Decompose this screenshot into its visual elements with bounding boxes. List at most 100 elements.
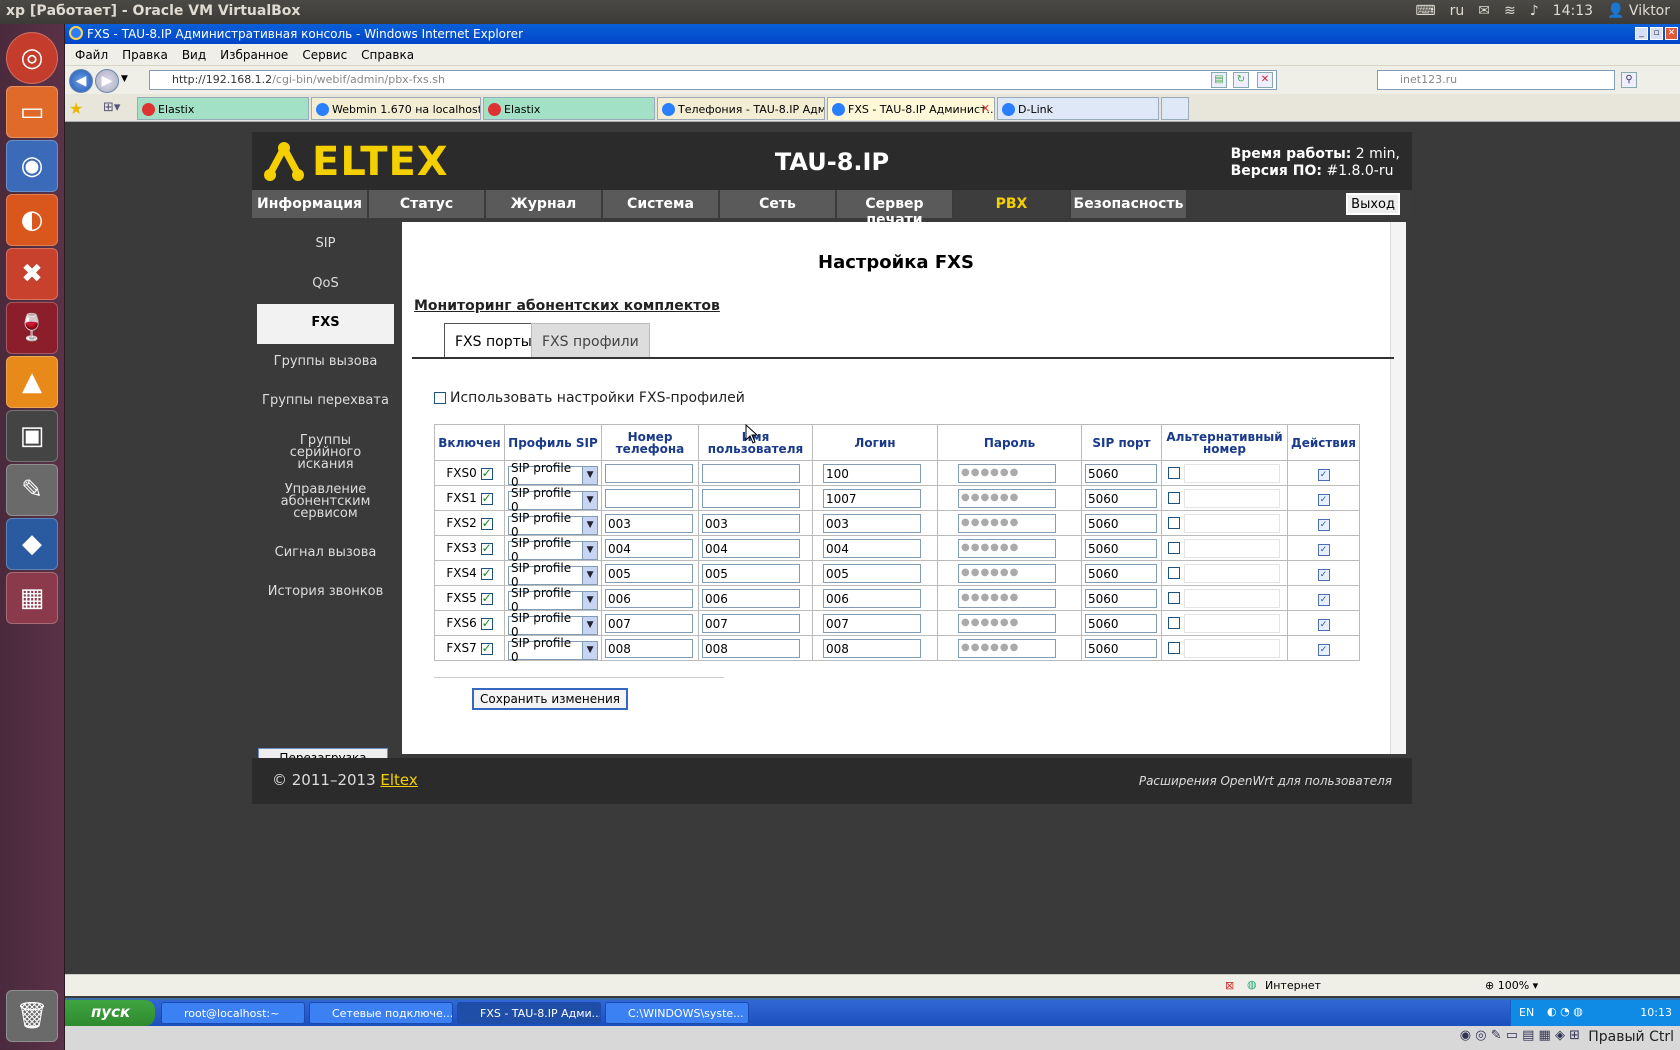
- alt-number-checkbox[interactable]: [1168, 567, 1180, 579]
- task-cmd[interactable]: C:\WINDOWS\syste...: [605, 1002, 749, 1024]
- sidebar-item-ring-signal[interactable]: Сигнал вызова: [257, 546, 394, 559]
- username-input[interactable]: 004: [702, 538, 800, 558]
- enabled-checkbox[interactable]: [480, 566, 493, 580]
- tab-webmin[interactable]: Webmin 1.670 на localhost.lo...: [311, 97, 481, 120]
- nav-security[interactable]: Безопасность: [1071, 190, 1188, 218]
- firefox-icon[interactable]: ◐: [6, 194, 58, 246]
- username-input[interactable]: 008: [702, 638, 800, 658]
- alt-number-input[interactable]: [1183, 638, 1280, 658]
- phone-input[interactable]: 004: [605, 538, 693, 558]
- sip-port-input[interactable]: 5060: [1085, 638, 1157, 658]
- tab-elastix-2[interactable]: Elastix: [483, 97, 655, 120]
- sip-port-input[interactable]: 5060: [1085, 588, 1157, 608]
- maximize-button[interactable]: ▫: [1650, 27, 1663, 40]
- stop-icon[interactable]: ✕: [1257, 72, 1273, 88]
- password-input[interactable]: ●●●●●●: [958, 588, 1056, 608]
- phone-input[interactable]: [605, 488, 693, 508]
- alt-number-input[interactable]: [1183, 563, 1280, 583]
- edit-icon[interactable]: ✓: [1317, 493, 1330, 506]
- sidebar-item-call-history[interactable]: История звонков: [257, 585, 394, 598]
- chromium-icon[interactable]: ◉: [6, 140, 58, 192]
- eltex-link[interactable]: Eltex: [380, 771, 417, 789]
- tab-fxs-ports[interactable]: FXS порты: [444, 323, 543, 359]
- login-input[interactable]: 100: [823, 463, 921, 483]
- task-ie-fxs[interactable]: FXS - TAU-8.IP Адми...: [457, 1002, 601, 1024]
- sip-port-input[interactable]: 5060: [1085, 613, 1157, 633]
- compat-view-icon[interactable]: ▤: [1211, 72, 1227, 88]
- wine-icon[interactable]: 🍷: [6, 302, 58, 354]
- ubuntu-dash-icon[interactable]: ◎: [6, 32, 58, 84]
- login-input[interactable]: 005: [823, 563, 921, 583]
- alt-number-input[interactable]: [1183, 613, 1280, 633]
- username-input[interactable]: [702, 463, 800, 483]
- edit-icon[interactable]: ✓: [1317, 568, 1330, 581]
- vertical-scrollbar[interactable]: [1390, 222, 1406, 754]
- nav-system[interactable]: Система: [603, 190, 720, 218]
- back-button[interactable]: ◀: [69, 69, 93, 93]
- sip-port-input[interactable]: 5060: [1085, 538, 1157, 558]
- minimize-button[interactable]: _: [1635, 27, 1648, 40]
- favorites-star-icon[interactable]: ★: [69, 99, 83, 118]
- use-profiles-checkbox[interactable]: [434, 392, 446, 404]
- vbox-device-icons[interactable]: ◉ ◎ ✎ ▭ ▤ ▦ ◈ ⊞: [1460, 1028, 1580, 1043]
- enabled-checkbox[interactable]: [480, 591, 493, 605]
- edit-icon[interactable]: ✓: [1317, 468, 1330, 481]
- user-menu[interactable]: 👤 Viktor: [1607, 3, 1670, 19]
- task-network[interactable]: Сетевые подключе...: [309, 1002, 453, 1024]
- sip-port-input[interactable]: 5060: [1085, 513, 1157, 533]
- sidebar-item-hunt-groups[interactable]: Группы серийного искания: [257, 434, 394, 471]
- sip-profile-select[interactable]: SIP profile 0 ▼: [508, 561, 598, 589]
- edit-icon[interactable]: ✓: [1317, 618, 1330, 631]
- nav-network[interactable]: Сеть: [720, 190, 837, 218]
- menu-help[interactable]: Справка: [361, 48, 414, 65]
- settings-icon[interactable]: ✖: [6, 248, 58, 300]
- volume-icon[interactable]: ♪: [1530, 3, 1539, 19]
- menu-file[interactable]: Файл: [75, 48, 108, 65]
- tab-fxs-active[interactable]: FXS - TAU-8.IP Админист... ✕: [827, 97, 995, 120]
- sidebar-item-sip[interactable]: SIP: [257, 237, 394, 250]
- url-input[interactable]: http://192.168.1.2/cgi-bin/webif/admin/p…: [149, 70, 1277, 90]
- sip-profile-select[interactable]: SIP profile 0 ▼: [508, 611, 598, 639]
- clock[interactable]: 14:13: [1553, 3, 1593, 19]
- edit-icon[interactable]: ✓: [1317, 593, 1330, 606]
- refresh-icon[interactable]: ↻: [1233, 72, 1249, 88]
- sidebar-item-call-groups[interactable]: Группы вызова: [257, 355, 394, 368]
- keyboard-layout[interactable]: ru: [1450, 3, 1465, 19]
- virtualbox-icon[interactable]: ◆: [6, 518, 58, 570]
- phone-input[interactable]: 007: [605, 613, 693, 633]
- sip-port-input[interactable]: 5060: [1085, 488, 1157, 508]
- forward-button[interactable]: ▶: [95, 69, 119, 93]
- sidebar-item-pickup-groups[interactable]: Группы перехвата: [257, 394, 394, 407]
- alt-number-checkbox[interactable]: [1168, 592, 1180, 604]
- mail-icon[interactable]: ✉: [1478, 3, 1490, 19]
- sip-profile-select[interactable]: SIP profile 0 ▼: [508, 586, 598, 614]
- edit-icon[interactable]: ✓: [1317, 643, 1330, 656]
- sip-profile-select[interactable]: SIP profile 0 ▼: [508, 486, 598, 514]
- nav-print-server[interactable]: Сервер печати: [837, 190, 954, 228]
- start-button[interactable]: пуск: [65, 1000, 155, 1026]
- alt-number-checkbox[interactable]: [1168, 642, 1180, 654]
- taskbar-clock[interactable]: 10:13: [1640, 1006, 1672, 1019]
- menu-tools[interactable]: Сервис: [302, 48, 347, 65]
- keyboard-icon[interactable]: ⌨: [1415, 3, 1435, 19]
- wifi-icon[interactable]: ≋: [1504, 3, 1516, 19]
- password-input[interactable]: ●●●●●●: [958, 463, 1056, 483]
- sip-profile-select[interactable]: SIP profile 0 ▼: [508, 461, 598, 489]
- sidebar-item-qos[interactable]: QoS: [257, 277, 394, 290]
- sip-profile-select[interactable]: SIP profile 0 ▼: [508, 511, 598, 539]
- zoom-level[interactable]: ⊕ 100% ▾: [1485, 979, 1538, 992]
- nav-status[interactable]: Статус: [369, 190, 486, 218]
- text-editor-icon[interactable]: ✎: [6, 464, 58, 516]
- edit-icon[interactable]: ✓: [1317, 518, 1330, 531]
- monitoring-link[interactable]: Мониторинг абонентских комплектов: [414, 298, 720, 314]
- password-input[interactable]: ●●●●●●: [958, 563, 1056, 583]
- password-input[interactable]: ●●●●●●: [958, 613, 1056, 633]
- alt-number-checkbox[interactable]: [1168, 617, 1180, 629]
- sip-profile-select[interactable]: SIP profile 0 ▼: [508, 536, 598, 564]
- menu-view[interactable]: Вид: [182, 48, 206, 65]
- login-input[interactable]: 004: [823, 538, 921, 558]
- disk-icon[interactable]: ▣: [6, 410, 58, 462]
- tab-fxs-profiles[interactable]: FXS профили: [531, 323, 650, 358]
- new-tab-button[interactable]: [1161, 97, 1189, 120]
- logout-button[interactable]: Выход: [1346, 193, 1400, 215]
